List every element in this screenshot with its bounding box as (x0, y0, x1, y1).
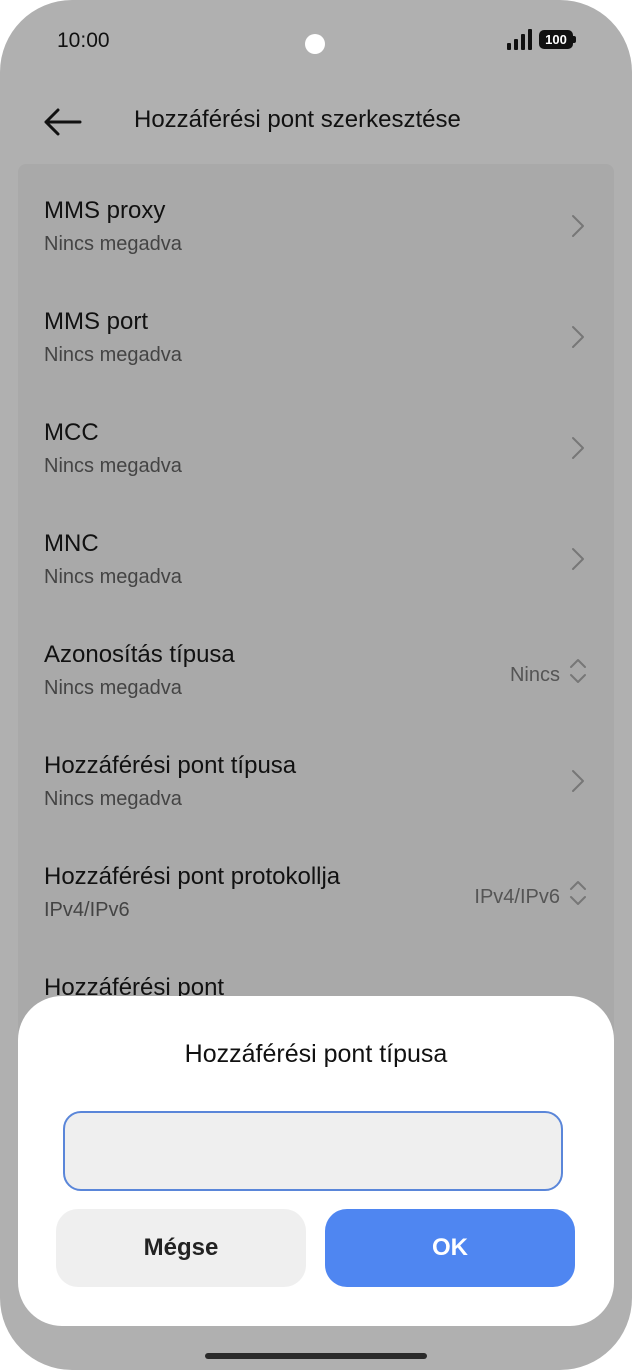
chevron-up-down-icon (570, 881, 586, 905)
setting-row-auth-type[interactable]: Azonosítás típusa Nincs megadva Nincs (18, 608, 614, 719)
setting-row-mnc[interactable]: MNC Nincs megadva (18, 497, 614, 608)
setting-row-mms-port[interactable]: MMS port Nincs megadva (18, 275, 614, 386)
setting-row-apn-protocol[interactable]: Hozzáférési pont protokollja IPv4/IPv6 I… (18, 830, 614, 941)
setting-title: MCC (44, 419, 99, 446)
phone-screen: 10:00 100 Hozzáférési pont szerkesztése … (0, 0, 632, 1370)
setting-subtitle: Nincs megadva (44, 455, 182, 477)
setting-subtitle: Nincs megadva (44, 566, 182, 588)
chevron-right-icon (572, 770, 584, 792)
battery-icon: 100 (539, 30, 573, 49)
status-bar: 10:00 100 (0, 0, 632, 84)
setting-subtitle: Nincs megadva (44, 344, 182, 366)
cancel-button[interactable]: Mégse (56, 1209, 306, 1287)
setting-row-mcc[interactable]: MCC Nincs megadva (18, 386, 614, 497)
camera-cutout (305, 34, 325, 54)
setting-value: IPv4/IPv6 (474, 886, 560, 908)
dialog-title: Hozzáférési pont típusa (184, 1040, 448, 1068)
setting-subtitle: Nincs megadva (44, 233, 182, 255)
chevron-right-icon (572, 548, 584, 570)
setting-row-apn-type[interactable]: Hozzáférési pont típusa Nincs megadva (18, 719, 614, 830)
apn-type-input[interactable] (63, 1111, 563, 1191)
page-title: Hozzáférési pont szerkesztése (134, 106, 461, 133)
status-time: 10:00 (57, 29, 110, 52)
setting-title: Hozzáférési pont protokollja (44, 863, 341, 890)
setting-value: Nincs (509, 664, 560, 686)
setting-title: MNC (44, 530, 99, 557)
setting-subtitle: Nincs megadva (44, 677, 182, 699)
chevron-right-icon (572, 326, 584, 348)
apn-type-dialog: Hozzáférési pont típusa Mégse OK (18, 996, 614, 1326)
setting-title: Hozzáférési pont típusa (44, 752, 297, 779)
back-arrow-icon[interactable] (40, 100, 84, 144)
ok-button[interactable]: OK (325, 1209, 575, 1287)
setting-subtitle: Nincs megadva (44, 788, 182, 810)
battery-tip (573, 36, 576, 43)
setting-subtitle: IPv4/IPv6 (44, 899, 130, 921)
app-header: Hozzáférési pont szerkesztése (0, 90, 632, 154)
setting-title: Azonosítás típusa (44, 641, 235, 668)
settings-list: MMS proxy Nincs megadva MMS port Nincs m… (18, 164, 614, 1064)
home-indicator[interactable] (205, 1353, 427, 1359)
setting-title: MMS proxy (44, 197, 166, 224)
signal-icon (507, 29, 532, 50)
chevron-up-down-icon (570, 659, 586, 683)
chevron-right-icon (572, 437, 584, 459)
setting-row-mms-proxy[interactable]: MMS proxy Nincs megadva (18, 164, 614, 275)
setting-title: MMS port (44, 308, 149, 335)
chevron-right-icon (572, 215, 584, 237)
